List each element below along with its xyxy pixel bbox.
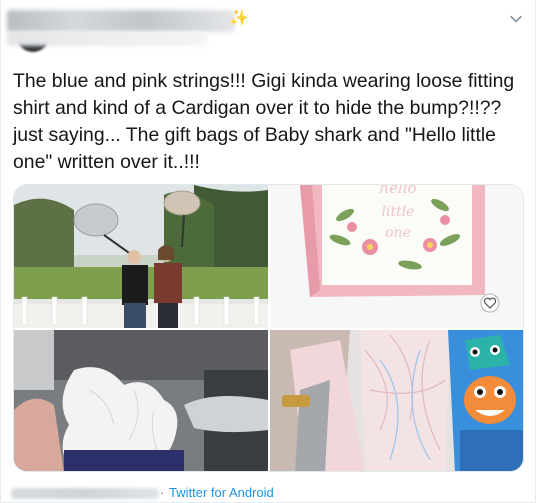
gift-bag-word-2: little — [382, 204, 415, 220]
sparkle-icon: ✨ — [229, 10, 249, 27]
tweet-text: The blue and pink strings!!! Gigi kinda … — [13, 70, 515, 173]
photo-baby-shark-bag[interactable] — [270, 330, 523, 471]
photo-gift-bag[interactable]: hello little one — [270, 185, 523, 328]
author-name-redacted[interactable] — [7, 10, 235, 32]
tweet-header: ✨ — [1, 0, 536, 60]
photo-tissue-paper[interactable] — [14, 330, 268, 471]
source-link[interactable]: Twitter for Android — [169, 484, 274, 502]
media-grid: hello little one — [13, 184, 524, 472]
chevron-down-icon[interactable] — [508, 11, 524, 27]
gift-bag-word-1: hello — [379, 185, 416, 197]
author-handle-redacted — [7, 32, 207, 46]
tweet-card: ✨ The blue and pink strings!!! Gigi kind… — [0, 0, 536, 503]
source-separator: · — [160, 485, 165, 500]
timestamp-redacted[interactable] — [11, 488, 159, 499]
photo-outdoor-balloons[interactable] — [14, 185, 268, 328]
tweet-footer: · Twitter for Android — [1, 484, 536, 503]
gift-bag-word-3: one — [385, 225, 411, 241]
